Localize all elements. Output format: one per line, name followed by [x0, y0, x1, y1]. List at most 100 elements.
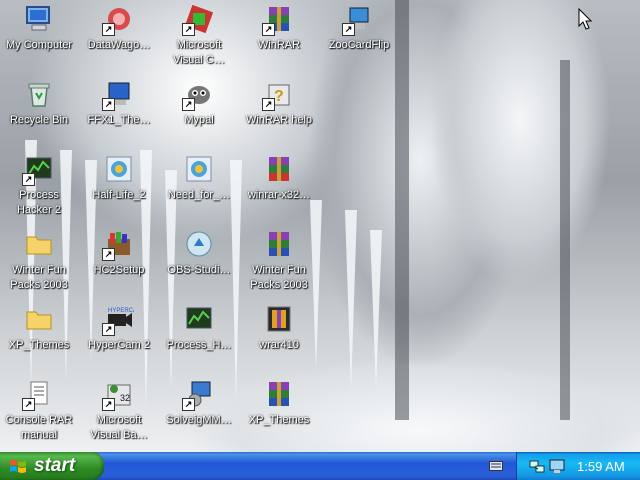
system-tray: 1:59 AM [516, 452, 640, 480]
icicle [370, 230, 382, 390]
tree-trunk [560, 60, 570, 420]
visual-c-icon: ↗ [182, 4, 214, 36]
icon-label: WinRAR [257, 39, 301, 51]
icon-label: My Computer [5, 39, 73, 51]
icon-label: OBS-Studi… [167, 264, 231, 276]
shortcut-arrow-icon: ↗ [262, 23, 275, 36]
icon-label: Microsoft Visual C… [173, 39, 225, 66]
icon-label: DataWago… [87, 39, 151, 51]
desktop-icon-obs-studio[interactable]: OBS-Studi… [160, 225, 238, 299]
solveigmm-icon: ↗ [182, 379, 214, 411]
start-button[interactable]: start [0, 452, 104, 480]
icon-label: HC2Setup [93, 264, 145, 276]
mouse-cursor-icon [578, 8, 592, 30]
desktop-background: My Computer Recycle Bin ↗ Process Hacker… [0, 0, 640, 452]
desktop-icon-recycle-bin[interactable]: Recycle Bin [0, 75, 78, 149]
recycle-bin-icon [24, 79, 54, 109]
svg-text:HYPERCAM: HYPERCAM [108, 308, 134, 314]
obs-studio-icon [184, 229, 214, 259]
desktop-icon-console-rar-manual[interactable]: ↗ Console RAR manual [0, 375, 78, 449]
winrar-x32-icon [264, 154, 294, 184]
icon-label: XP_Themes [8, 339, 70, 351]
shortcut-arrow-icon: ↗ [182, 23, 195, 36]
winrar-help-icon: ? ↗ [262, 79, 294, 111]
mypal-icon: ↗ [182, 79, 214, 111]
datawago-icon: ↗ [102, 4, 134, 36]
desktop-icon-need-for-speed[interactable]: Need_for_… [160, 150, 238, 224]
shortcut-arrow-icon: ↗ [182, 98, 195, 111]
desktop-icon-process-hacker[interactable]: ↗ Process Hacker 2 [0, 150, 78, 224]
zoocardflip-icon: ↗ [342, 4, 374, 36]
shortcut-arrow-icon: ↗ [22, 398, 35, 411]
icon-label: Winter Fun Packs 2003 [10, 264, 68, 291]
console-rar-manual-icon: ↗ [22, 379, 54, 411]
icon-label: SolveigMM… [166, 414, 232, 426]
icon-label: ZooCardFlip [328, 39, 390, 51]
desktop-icon-zoocardflip[interactable]: ↗ ZooCardFlip [320, 0, 398, 74]
desktop-icon-half-life-2[interactable]: Half-Life_2 [80, 150, 158, 224]
desktop-icon-xp-themes-archive[interactable]: XP_Themes [240, 375, 318, 449]
desktop-icon-winrar-x32[interactable]: winrar-x32… [240, 150, 318, 224]
icon-label: Need_for_… [167, 189, 231, 201]
clock[interactable]: 1:59 AM [577, 459, 625, 474]
icon-label: FFX1_The… [87, 114, 151, 126]
wrar410-icon [264, 304, 294, 334]
desktop-icon-mypal[interactable]: ↗ Mypal [160, 75, 238, 149]
process-h-icon [184, 304, 214, 334]
desktop-icon-xp-themes-folder[interactable]: XP_Themes [0, 300, 78, 374]
icon-label: Process Hacker 2 [16, 189, 62, 216]
desktop-icon-datawago[interactable]: ↗ DataWago… [80, 0, 158, 74]
desktop-icon-wrar410[interactable]: wrar410 [240, 300, 318, 374]
icon-label: Recycle Bin [9, 114, 69, 126]
desktop-icon-visual-c[interactable]: ↗ Microsoft Visual C… [160, 0, 238, 74]
need-for-speed-icon [184, 154, 214, 184]
icon-label: Console RAR manual [5, 414, 73, 441]
shortcut-arrow-icon: ↗ [182, 398, 195, 411]
desktop-icon-solveigmm[interactable]: ↗ SolveigMM… [160, 375, 238, 449]
desktop-icon-winter-fun-archive[interactable]: Winter Fun Packs 2003 [240, 225, 318, 299]
process-hacker-icon: ↗ [22, 154, 54, 186]
desktop-icon-hc2setup[interactable]: ↗ HC2Setup [80, 225, 158, 299]
keyboard-icon[interactable] [489, 460, 503, 472]
icon-label: XP_Themes [248, 414, 310, 426]
desktop-icon-ffx1[interactable]: ↗ FFX1_The… [80, 75, 158, 149]
network-icon[interactable] [529, 458, 545, 474]
icon-label: HyperCam 2 [88, 339, 150, 351]
half-life-2-icon [104, 154, 134, 184]
ffx1-icon: ↗ [102, 79, 134, 111]
winrar-archive-icon [264, 229, 294, 259]
folder-icon [24, 304, 54, 334]
icon-label: wrar410 [259, 339, 299, 351]
start-label: start [34, 455, 76, 476]
icon-label: winrar-x32… [247, 189, 311, 201]
icon-label: Microsoft Visual Ba… [90, 414, 148, 441]
icon-label: Process_H… [166, 339, 232, 351]
winrar-archive-icon [264, 379, 294, 409]
taskbar: start 1:59 AM [0, 452, 640, 480]
winrar-icon: ↗ [262, 4, 294, 36]
shortcut-arrow-icon: ↗ [22, 173, 35, 186]
svg-text:32: 32 [120, 393, 130, 403]
svg-text:?: ? [274, 88, 284, 105]
shortcut-arrow-icon: ↗ [262, 98, 275, 111]
desktop-icon-winrar[interactable]: ↗ WinRAR [240, 0, 318, 74]
shortcut-arrow-icon: ↗ [102, 398, 115, 411]
desktop-icon-hypercam[interactable]: HYPERCAM ↗ HyperCam 2 [80, 300, 158, 374]
desktop-icon-winter-fun-folder[interactable]: Winter Fun Packs 2003 [0, 225, 78, 299]
hypercam-icon: HYPERCAM ↗ [102, 304, 134, 336]
desktop-icon-process-h[interactable]: Process_H… [160, 300, 238, 374]
desktop-icon-winrar-help[interactable]: ? ↗ WinRAR help [240, 75, 318, 149]
icon-label: WinRAR help [245, 114, 313, 126]
shortcut-arrow-icon: ↗ [102, 98, 115, 111]
windows-logo-icon [10, 460, 26, 473]
shortcut-arrow-icon: ↗ [102, 323, 115, 336]
visual-basic-icon: 32 ↗ [102, 379, 134, 411]
icon-label: Mypal [184, 114, 214, 126]
monitor-icon[interactable] [549, 458, 565, 474]
icon-label: Half-Life_2 [92, 189, 146, 201]
desktop-icon-my-computer[interactable]: My Computer [0, 0, 78, 74]
icon-label: Winter Fun Packs 2003 [250, 264, 308, 291]
desktop-icon-visual-basic[interactable]: 32 ↗ Microsoft Visual Ba… [80, 375, 158, 449]
my-computer-icon [24, 4, 54, 34]
shortcut-arrow-icon: ↗ [102, 23, 115, 36]
